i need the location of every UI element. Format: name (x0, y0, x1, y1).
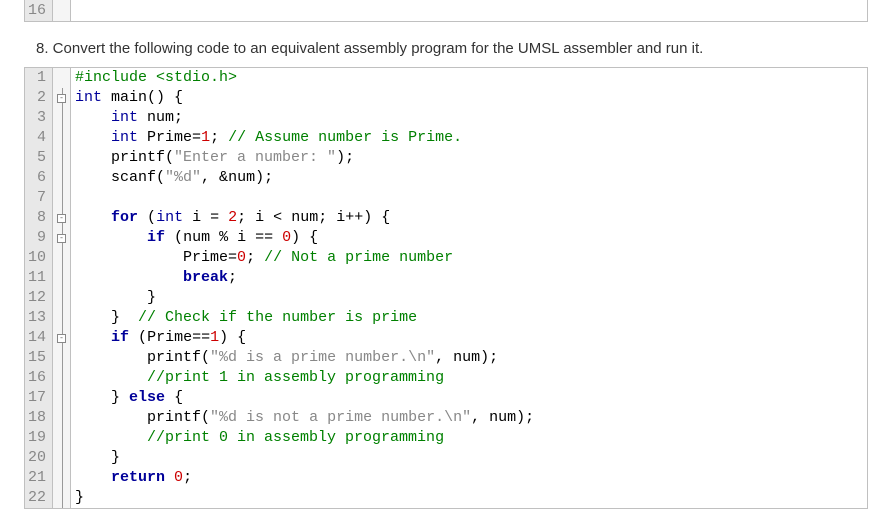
line-number: 22 (25, 488, 53, 508)
code-line: 7 (25, 188, 867, 208)
code-line: 4 int Prime=1; // Assume number is Prime… (25, 128, 867, 148)
line-number: 19 (25, 428, 53, 448)
code-content: int Prime=1; // Assume number is Prime. (71, 128, 462, 148)
prev-line-number: 16 (25, 0, 53, 21)
fold-gutter (53, 148, 71, 168)
code-content: scanf("%d", &num); (71, 168, 273, 188)
code-line: 19 //print 0 in assembly programming (25, 428, 867, 448)
fold-gutter (53, 348, 71, 368)
fold-toggle-icon[interactable]: - (57, 94, 66, 103)
fold-gutter (53, 188, 71, 208)
fold-gutter (53, 268, 71, 288)
fold-gutter (53, 248, 71, 268)
line-number: 7 (25, 188, 53, 208)
line-number: 16 (25, 368, 53, 388)
prev-fold-gutter (53, 0, 71, 21)
code-content: printf("Enter a number: "); (71, 148, 354, 168)
code-content: if (num % i == 0) { (71, 228, 318, 248)
code-content: } (71, 288, 156, 308)
code-line: 2-int main() { (25, 88, 867, 108)
code-content: } (71, 488, 84, 508)
code-line: 3 int num; (25, 108, 867, 128)
line-number: 17 (25, 388, 53, 408)
code-line: 20 } (25, 448, 867, 468)
code-content: for (int i = 2; i < num; i++) { (71, 208, 390, 228)
fold-toggle-icon[interactable]: - (57, 334, 66, 343)
fold-toggle-icon[interactable]: - (57, 234, 66, 243)
code-content: //print 1 in assembly programming (71, 368, 444, 388)
code-line: 21 return 0; (25, 468, 867, 488)
code-content: } // Check if the number is prime (71, 308, 417, 328)
line-number: 3 (25, 108, 53, 128)
code-line: 11 break; (25, 268, 867, 288)
code-content: return 0; (71, 468, 192, 488)
fold-gutter (53, 128, 71, 148)
line-number: 2 (25, 88, 53, 108)
line-number: 1 (25, 68, 53, 88)
code-line: 17 } else { (25, 388, 867, 408)
line-number: 4 (25, 128, 53, 148)
code-content: break; (71, 268, 237, 288)
fold-gutter (53, 108, 71, 128)
code-line: 9- if (num % i == 0) { (25, 228, 867, 248)
code-content: } (71, 448, 120, 468)
fold-gutter (53, 308, 71, 328)
code-line: 8- for (int i = 2; i < num; i++) { (25, 208, 867, 228)
code-content: if (Prime==1) { (71, 328, 246, 348)
fold-gutter[interactable]: - (53, 228, 71, 248)
code-line: 10 Prime=0; // Not a prime number (25, 248, 867, 268)
previous-block-bottom: 16 (24, 0, 868, 22)
fold-toggle-icon[interactable]: - (57, 214, 66, 223)
line-number: 18 (25, 408, 53, 428)
code-content: Prime=0; // Not a prime number (71, 248, 453, 268)
code-content: printf("%d is not a prime number.\n", nu… (71, 408, 534, 428)
fold-gutter (53, 68, 71, 88)
question-text: 8. Convert the following code to an equi… (0, 26, 892, 67)
code-line: 15 printf("%d is a prime number.\n", num… (25, 348, 867, 368)
code-content: //print 0 in assembly programming (71, 428, 444, 448)
code-line: 6 scanf("%d", &num); (25, 168, 867, 188)
fold-gutter (53, 388, 71, 408)
line-number: 5 (25, 148, 53, 168)
code-line: 5 printf("Enter a number: "); (25, 148, 867, 168)
line-number: 6 (25, 168, 53, 188)
code-line: 12 } (25, 288, 867, 308)
code-line: 14- if (Prime==1) { (25, 328, 867, 348)
line-number: 15 (25, 348, 53, 368)
fold-gutter (53, 408, 71, 428)
line-number: 13 (25, 308, 53, 328)
fold-gutter (53, 468, 71, 488)
fold-gutter (53, 368, 71, 388)
line-number: 20 (25, 448, 53, 468)
line-number: 9 (25, 228, 53, 248)
fold-gutter[interactable]: - (53, 208, 71, 228)
fold-gutter (53, 168, 71, 188)
code-content: #include <stdio.h> (71, 68, 237, 88)
line-number: 14 (25, 328, 53, 348)
fold-gutter (53, 448, 71, 468)
fold-gutter (53, 288, 71, 308)
fold-gutter[interactable]: - (53, 328, 71, 348)
fold-gutter (53, 428, 71, 448)
line-number: 21 (25, 468, 53, 488)
code-content (71, 188, 75, 208)
fold-gutter[interactable]: - (53, 88, 71, 108)
code-line: 18 printf("%d is not a prime number.\n",… (25, 408, 867, 428)
code-line: 1 #include <stdio.h> (25, 68, 867, 88)
code-line: 22} (25, 488, 867, 508)
code-content: int main() { (71, 88, 183, 108)
code-line: 13 } // Check if the number is prime (25, 308, 867, 328)
code-content: } else { (71, 388, 183, 408)
fold-gutter (53, 488, 71, 508)
line-number: 12 (25, 288, 53, 308)
line-number: 8 (25, 208, 53, 228)
line-number: 11 (25, 268, 53, 288)
line-number: 10 (25, 248, 53, 268)
code-content: printf("%d is a prime number.\n", num); (71, 348, 498, 368)
code-block: 1#include <stdio.h>2-int main() {3 int n… (24, 67, 868, 509)
code-line: 16 //print 1 in assembly programming (25, 368, 867, 388)
code-content: int num; (71, 108, 183, 128)
